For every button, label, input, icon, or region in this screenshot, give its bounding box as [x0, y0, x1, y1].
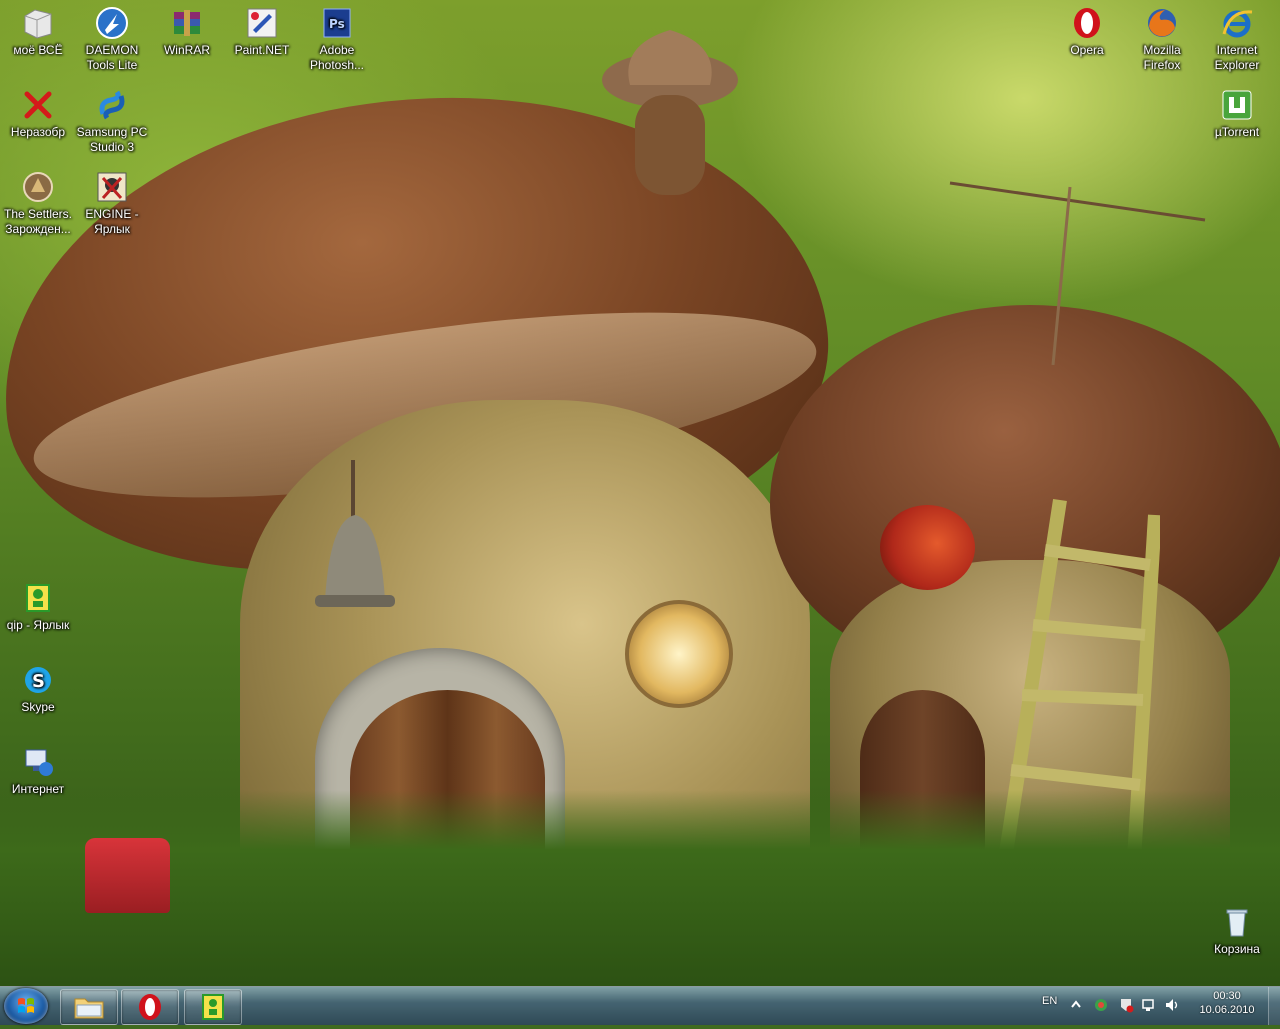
engine-shortcut-icon	[95, 170, 129, 204]
svg-text:Ps: Ps	[329, 17, 345, 31]
wallpaper-grass	[0, 790, 1280, 986]
desktop-icon-settlers[interactable]: The Settlers. Зарожден...	[0, 170, 76, 237]
clock-time: 00:30	[1213, 990, 1241, 1002]
desktop-icon-label: Samsung PC Studio 3	[76, 125, 148, 154]
internet-explorer-icon	[1220, 6, 1254, 40]
opera-icon	[1070, 6, 1104, 40]
desktop-icon-paintnet[interactable]: Paint.NET	[224, 6, 300, 58]
desktop-icon-label: Интернет	[11, 782, 65, 796]
desktop-icon-photoshop[interactable]: Ps Adobe Photosh...	[299, 6, 375, 73]
utorrent-icon	[1220, 88, 1254, 122]
action-center-icon[interactable]	[1118, 997, 1134, 1013]
desktop-icon-label: The Settlers. Зарожден...	[3, 207, 73, 236]
folder-documents-icon	[21, 6, 55, 40]
wallpaper-chimney	[602, 30, 738, 195]
photoshop-icon: Ps	[320, 6, 354, 40]
desktop-icon-skype[interactable]: S Skype	[0, 663, 76, 715]
wallpaper-bell	[315, 460, 395, 607]
taskbar-button-explorer[interactable]	[60, 989, 118, 1025]
windows-start-icon	[18, 998, 34, 1013]
desktop-icon-qip[interactable]: qip - Ярлык	[0, 581, 76, 633]
daemon-tools-icon	[95, 6, 129, 40]
volume-icon[interactable]	[1164, 997, 1180, 1013]
start-button[interactable]	[4, 988, 48, 1024]
qip-icon	[21, 581, 55, 615]
clock-date: 10.06.2010	[1199, 1004, 1255, 1016]
tray-app-icon[interactable]	[1093, 997, 1109, 1013]
desktop-icon-label: Корзина	[1214, 942, 1260, 956]
desktop-icon-label: µTorrent	[1214, 125, 1260, 139]
desktop-icon-engine[interactable]: ENGINE - Ярлык	[74, 170, 150, 237]
folder-explorer-icon	[74, 998, 104, 1019]
firefox-icon	[1145, 6, 1179, 40]
desktop-icon-moe-vse[interactable]: моё ВСЁ	[0, 6, 76, 58]
show-desktop-button[interactable]	[1268, 987, 1280, 1025]
wallpaper-round-window	[625, 600, 733, 708]
desktop-icon-recycle-bin[interactable]: Корзина	[1199, 905, 1275, 957]
taskbar-button-opera[interactable]	[121, 989, 179, 1025]
desktop-icon-label: Mozilla Firefox	[1143, 43, 1181, 72]
wallpaper-antenna	[949, 181, 1206, 366]
desktop-icon-label: WinRAR	[163, 43, 210, 57]
paintnet-icon	[245, 6, 279, 40]
desktop-icon-samsung-pc-studio[interactable]: Samsung PC Studio 3	[74, 88, 150, 155]
network-icon[interactable]	[1141, 997, 1157, 1013]
wallpaper-mailbox	[85, 838, 170, 913]
samsung-pc-studio-icon	[95, 88, 129, 122]
desktop-icon-label: моё ВСЁ	[13, 43, 63, 57]
network-internet-icon	[21, 745, 55, 779]
desktop-icon-utorrent[interactable]: µTorrent	[1199, 88, 1275, 140]
winrar-icon	[170, 6, 204, 40]
clock[interactable]: 00:30 10.06.2010	[1192, 990, 1262, 1016]
desktop-icon-winrar[interactable]: WinRAR	[149, 6, 225, 58]
skype-icon: S	[21, 663, 55, 697]
desktop-icon-label: DAEMON Tools Lite	[85, 43, 139, 72]
desktop-icon-internet[interactable]: Интернет	[0, 745, 76, 797]
show-hidden-icons-icon[interactable]	[1070, 999, 1082, 1009]
recycle-bin-icon	[1220, 905, 1254, 939]
desktop-icon-label: Opera	[1070, 43, 1104, 57]
red-cross-icon	[21, 88, 55, 122]
desktop-icon-opera[interactable]: Opera	[1049, 6, 1125, 58]
desktop-icon-daemon-tools[interactable]: DAEMON Tools Lite	[74, 6, 150, 73]
wallpaper-ladybug	[880, 505, 975, 590]
desktop-icon-label: Internet Explorer	[1214, 43, 1260, 72]
taskbar-button-qip[interactable]	[184, 989, 242, 1025]
desktop-icon-label: ENGINE - Ярлык	[85, 207, 139, 236]
desktop-icon-internet-explorer[interactable]: Internet Explorer	[1199, 6, 1275, 73]
desktop[interactable]: моё ВСЁ DAEMON Tools Lite WinRAR Paint.N…	[0, 0, 1280, 986]
language-indicator[interactable]: EN	[1042, 995, 1057, 1007]
desktop-icon-label: Adobe Photosh...	[309, 43, 365, 72]
desktop-icon-label: Skype	[21, 700, 55, 714]
desktop-icon-firefox[interactable]: Mozilla Firefox	[1124, 6, 1200, 73]
svg-text:S: S	[32, 671, 45, 692]
desktop-icon-label: Неразобр	[10, 125, 66, 139]
desktop-icon-label: qip - Ярлык	[6, 618, 70, 632]
desktop-icon-nerazobr[interactable]: Неразобр	[0, 88, 76, 140]
qip-icon	[202, 994, 224, 1020]
settlers-game-icon	[21, 170, 55, 204]
desktop-icon-label: Paint.NET	[234, 43, 290, 57]
taskbar: EN 00:30 10.06.2010	[0, 986, 1280, 1025]
opera-icon	[139, 994, 161, 1020]
